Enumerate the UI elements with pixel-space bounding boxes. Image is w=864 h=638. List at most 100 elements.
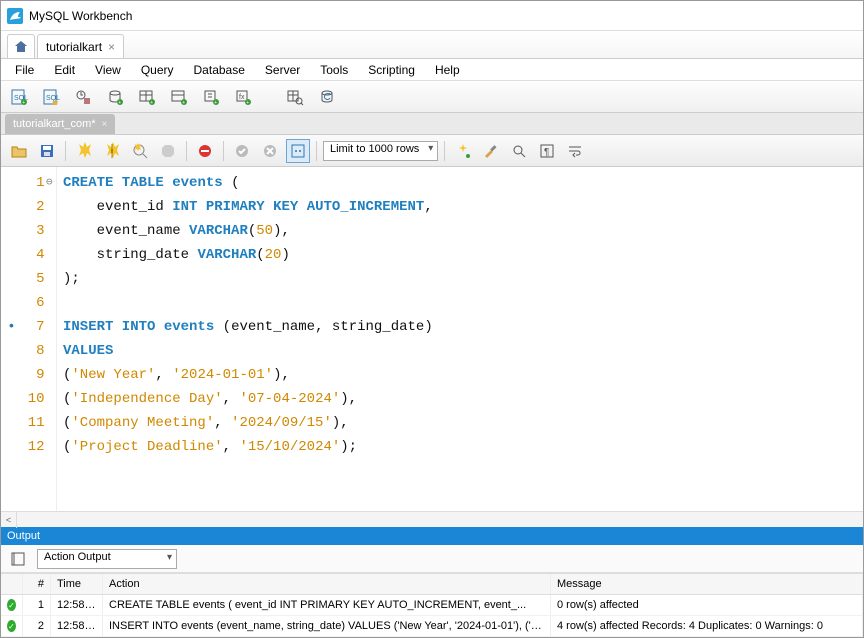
code-line[interactable] — [63, 291, 857, 315]
reconnect-button[interactable] — [315, 85, 339, 109]
search-table-button[interactable] — [283, 85, 307, 109]
proc-add-button[interactable]: + — [199, 85, 223, 109]
table-add-button[interactable]: + — [135, 85, 159, 109]
code-line[interactable]: VALUES — [63, 339, 857, 363]
code-line[interactable]: event_name VARCHAR(50), — [63, 219, 857, 243]
inspector-button[interactable] — [71, 85, 95, 109]
app-icon — [7, 8, 23, 24]
row-time: 12:58:13 — [51, 616, 103, 636]
svg-text:+: + — [182, 100, 185, 106]
execute-button[interactable] — [72, 139, 96, 163]
code-line[interactable]: ('Project Deadline', '15/10/2024'); — [63, 435, 857, 459]
view-add-button[interactable]: + — [167, 85, 191, 109]
doc-tab-label: tutorialkart — [46, 40, 102, 54]
menu-query[interactable]: Query — [131, 61, 184, 79]
wrap-button[interactable] — [563, 139, 587, 163]
toggle-whitespace-button[interactable] — [286, 139, 310, 163]
code-line[interactable]: ('Independence Day', '07-04-2024'), — [63, 387, 857, 411]
output-type-combo[interactable]: Action Output — [37, 549, 177, 569]
output-grid: # Time Action Message ✓ 1 12:58:13 CREAT… — [1, 573, 863, 637]
status-icon: ✓ — [1, 616, 23, 636]
row-action: CREATE TABLE events ( event_id INT PRIMA… — [103, 595, 551, 615]
open-file-button[interactable] — [7, 139, 31, 163]
code-line[interactable]: INSERT INTO events (event_name, string_d… — [63, 315, 857, 339]
doc-tab-tutorialkart[interactable]: tutorialkart × — [37, 34, 124, 58]
row-time: 12:58:13 — [51, 595, 103, 615]
toggle-autocommit-button[interactable] — [193, 139, 217, 163]
menu-server[interactable]: Server — [255, 61, 310, 79]
row-action: INSERT INTO events (event_name, string_d… — [103, 616, 551, 636]
svg-text:+: + — [214, 100, 217, 106]
sql-toolbar: Limit to 1000 rows ¶ — [1, 135, 863, 167]
output-panel-title: Output — [7, 530, 40, 542]
editor-gutter: 1⊖23456•789101112 — [1, 167, 57, 511]
svg-text:+: + — [118, 100, 121, 106]
scroll-left-icon[interactable]: < — [1, 512, 17, 528]
svg-text:¶: ¶ — [544, 147, 549, 158]
editor-code[interactable]: CREATE TABLE events ( event_id INT PRIMA… — [57, 167, 863, 511]
explain-button[interactable] — [128, 139, 152, 163]
svg-text:+: + — [246, 100, 249, 106]
output-grid-header: # Time Action Message — [1, 574, 863, 595]
menu-help[interactable]: Help — [425, 61, 470, 79]
commit-button[interactable] — [230, 139, 254, 163]
row-index: 2 — [23, 616, 51, 636]
row-message: 4 row(s) affected Records: 4 Duplicates:… — [551, 616, 863, 636]
row-index: 1 — [23, 595, 51, 615]
output-row[interactable]: ✓ 1 12:58:13 CREATE TABLE events ( event… — [1, 595, 863, 616]
svg-text:+: + — [150, 100, 153, 106]
open-sql-button[interactable]: SQL — [39, 85, 63, 109]
rollback-button[interactable] — [258, 139, 282, 163]
code-line[interactable]: string_date VARCHAR(20) — [63, 243, 857, 267]
svg-text:+: + — [22, 100, 25, 106]
editor-tabbar: tutorialkart_com* × — [1, 113, 863, 135]
menu-database[interactable]: Database — [184, 61, 255, 79]
code-line[interactable]: ('Company Meeting', '2024/09/15'), — [63, 411, 857, 435]
output-toolbar: Action Output — [1, 545, 863, 573]
menubar: FileEditViewQueryDatabaseServerToolsScri… — [1, 59, 863, 81]
code-line[interactable]: CREATE TABLE events ( — [63, 171, 857, 195]
main-toolbar: SQL+ SQL + + + + fx+ — [1, 81, 863, 113]
limit-rows-combo[interactable]: Limit to 1000 rows — [323, 141, 438, 161]
toggle-invisible-button[interactable]: ¶ — [535, 139, 559, 163]
titlebar: MySQL Workbench — [1, 1, 863, 31]
close-icon[interactable]: × — [102, 119, 108, 130]
beautify-button[interactable] — [451, 139, 475, 163]
new-sql-tab-button[interactable]: SQL+ — [7, 85, 31, 109]
func-add-button[interactable]: fx+ — [231, 85, 255, 109]
code-line[interactable]: ); — [63, 267, 857, 291]
output-view-icon[interactable] — [7, 547, 31, 571]
output-panel-header: Output — [1, 527, 863, 545]
editor-tab-label: tutorialkart_com* — [13, 118, 96, 130]
menu-view[interactable]: View — [85, 61, 131, 79]
code-line[interactable]: event_id INT PRIMARY KEY AUTO_INCREMENT, — [63, 195, 857, 219]
stop-button[interactable] — [156, 139, 180, 163]
col-status — [1, 574, 23, 594]
menu-tools[interactable]: Tools — [310, 61, 358, 79]
editor-hscrollbar[interactable]: < — [1, 511, 863, 527]
sql-editor[interactable]: 1⊖23456•789101112 CREATE TABLE events ( … — [1, 167, 863, 511]
editor-tab[interactable]: tutorialkart_com* × — [5, 114, 115, 134]
svg-text:SQL: SQL — [46, 95, 60, 102]
save-button[interactable] — [35, 139, 59, 163]
home-tab[interactable] — [7, 34, 35, 58]
status-icon: ✓ — [1, 595, 23, 615]
close-icon[interactable]: × — [108, 40, 115, 54]
menu-file[interactable]: File — [5, 61, 44, 79]
col-action: Action — [103, 574, 551, 594]
code-line[interactable]: ('New Year', '2024-01-01'), — [63, 363, 857, 387]
find-button[interactable] — [507, 139, 531, 163]
col-idx: # — [23, 574, 51, 594]
col-message: Message — [551, 574, 863, 594]
brush-button[interactable] — [479, 139, 503, 163]
execute-current-button[interactable] — [100, 139, 124, 163]
col-time: Time — [51, 574, 103, 594]
output-type-label: Action Output — [44, 551, 111, 563]
menu-edit[interactable]: Edit — [44, 61, 85, 79]
db-add-button[interactable]: + — [103, 85, 127, 109]
menu-scripting[interactable]: Scripting — [358, 61, 425, 79]
output-row[interactable]: ✓ 2 12:58:13 INSERT INTO events (event_n… — [1, 616, 863, 637]
limit-rows-label: Limit to 1000 rows — [330, 143, 419, 155]
row-message: 0 row(s) affected — [551, 595, 863, 615]
document-tabbar: tutorialkart × — [1, 31, 863, 59]
